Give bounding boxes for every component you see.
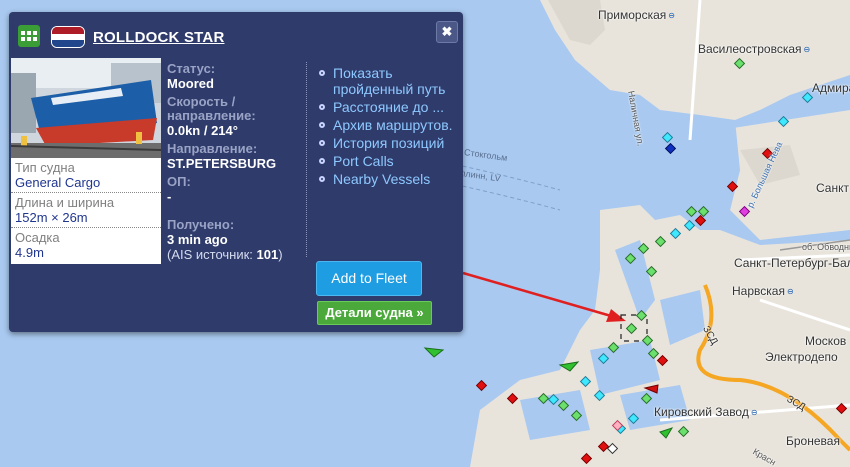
bullet-icon <box>319 140 325 146</box>
ship-photo-image <box>11 58 161 158</box>
eta-value: - <box>167 189 172 204</box>
label-elektrodepo: Электродепо <box>765 350 838 364</box>
label-sankt: Санкт <box>816 181 849 195</box>
speed-label: Скорость / направление: <box>167 94 256 123</box>
close-icon[interactable]: ✖ <box>436 21 458 43</box>
spec-draught: Осадка 4.9m <box>11 228 161 263</box>
bullet-icon <box>319 104 325 110</box>
vessel-action-links: Показать пройденный путь Расстояние до .… <box>318 65 458 189</box>
link-distance-to[interactable]: Расстояние до ... <box>318 99 458 115</box>
label-spb-balt: Санкт-Петербург-Балт <box>734 256 850 270</box>
destination-value: ST.PETERSBURG <box>167 156 277 171</box>
bullet-icon <box>319 70 325 76</box>
popup-header: ROLLDOCK STAR ✖ <box>9 12 463 62</box>
vessel-specs: Тип судна General Cargo Длина и ширина 1… <box>11 158 161 264</box>
link-position-history[interactable]: История позиций <box>318 135 458 151</box>
bullet-icon <box>319 176 325 182</box>
link-route-archive[interactable]: Архив маршрутов. <box>318 117 458 133</box>
spec-type: Тип судна General Cargo <box>11 158 161 193</box>
received-label: Получено: <box>167 217 235 232</box>
vessel-status: Статус: Moored Скорость / направление: 0… <box>167 61 307 263</box>
spec-type-value: General Cargo <box>15 175 101 190</box>
label-obvodny: об. Обводный <box>802 242 850 252</box>
status-label: Статус: <box>167 61 216 76</box>
destination-label: Направление: <box>167 141 258 156</box>
eta-label: ОП: <box>167 174 191 189</box>
label-moskovs: Москов <box>805 334 847 348</box>
spec-draught-value: 4.9m <box>15 245 44 260</box>
link-show-track[interactable]: Показать пройденный путь <box>318 65 458 97</box>
link-port-calls[interactable]: Port Calls <box>318 153 458 169</box>
spec-dimensions-label: Длина и ширина <box>15 195 115 210</box>
received-value: 3 min ago <box>167 232 228 247</box>
label-broneva: Броневая <box>786 434 840 448</box>
spec-dimensions: Длина и ширина 152m × 26m <box>11 193 161 228</box>
label-primorskaya: Приморская ⊖ <box>598 8 675 22</box>
spec-draught-label: Осадка <box>15 230 60 245</box>
label-admiral: Адмира <box>812 81 850 95</box>
bullet-icon <box>319 158 325 164</box>
link-nearby-vessels[interactable]: Nearby Vessels <box>318 171 458 187</box>
vessel-name-link[interactable]: ROLLDOCK STAR <box>93 29 224 46</box>
vessel-photo[interactable] <box>11 58 161 158</box>
label-narvskaya: Нарвская ⊖ <box>732 284 794 298</box>
spec-type-label: Тип судна <box>15 160 75 175</box>
status-value: Moored <box>167 76 214 91</box>
netherlands-flag-icon <box>51 26 85 48</box>
vessel-details-button[interactable]: Детали судна » <box>317 301 432 325</box>
ais-source: (AIS источник: 101) <box>167 247 283 262</box>
label-kirovsky: Кировский Завод ⊖ <box>654 405 758 419</box>
bullet-icon <box>319 122 325 128</box>
grid-icon[interactable] <box>18 25 40 47</box>
speed-value: 0.0kn / 214° <box>167 123 238 138</box>
add-to-fleet-button[interactable]: Add to Fleet <box>316 261 422 296</box>
column-divider <box>306 62 307 257</box>
vessel-info-popup: ROLLDOCK STAR ✖ Тип судна General Cargo … <box>9 12 463 332</box>
spec-dimensions-value: 152m × 26m <box>15 210 88 225</box>
label-vasileostrovskaya: Василеостровская ⊖ <box>698 42 811 56</box>
